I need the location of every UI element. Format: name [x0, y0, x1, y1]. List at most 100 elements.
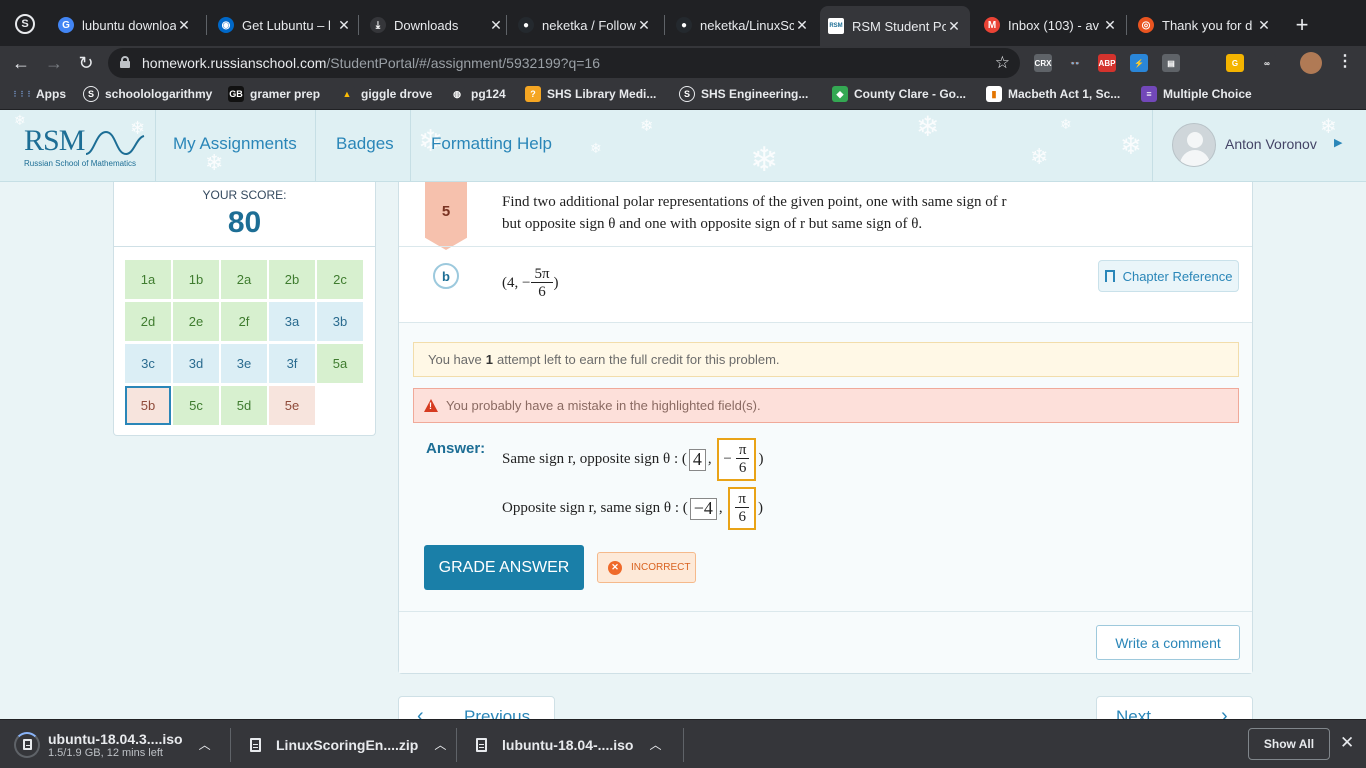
problem-cell-3b[interactable]: 3b — [317, 302, 363, 341]
chevron-up-icon[interactable]: ︿ — [199, 736, 211, 753]
problem-cell-3f[interactable]: 3f — [269, 344, 315, 383]
tab-title: RSM Student Po — [852, 18, 946, 34]
tab-title: Thank you for d — [1162, 17, 1253, 33]
close-tab-icon[interactable]: ✕ — [1256, 17, 1272, 34]
row-close: ) — [758, 451, 764, 467]
extension-icon[interactable]: ∞ — [1258, 54, 1276, 72]
bookmark-item[interactable]: ≡ Multiple Choice — [1141, 86, 1252, 102]
browser-tab[interactable]: ● neketka/LinuxSc ✕ — [668, 9, 818, 41]
chevron-up-icon[interactable]: ︿ — [434, 736, 446, 753]
bookmark-item[interactable]: S SHS Engineering... — [679, 86, 808, 102]
problem-cell-5e[interactable]: 5e — [269, 386, 315, 425]
browser-tab[interactable]: Glubuntu downloa ✕ — [50, 9, 200, 41]
r-input-1[interactable]: 4 — [688, 448, 706, 471]
r-input-2[interactable]: −4 — [689, 497, 717, 520]
problem-cell-2f[interactable]: 2f — [221, 302, 267, 341]
chrome-menu-icon[interactable]: ⋮ — [1337, 51, 1353, 71]
bookmark-item[interactable]: ◆ County Clare - Go... — [832, 86, 966, 102]
download-item[interactable]: LinuxScoringEn....zip ︿ — [250, 720, 446, 768]
problem-cell-5a[interactable]: 5a — [317, 344, 363, 383]
nav-my-assignments[interactable]: My Assignments — [173, 134, 297, 154]
browser-tab[interactable]: ◎ Thank you for d ✕ — [1130, 9, 1280, 41]
tab-strip: S Glubuntu downloa ✕ ◉ Get Lubuntu – l ✕ ⤓ Dow… — [0, 0, 1366, 46]
address-bar[interactable]: homework.russianschool.com/StudentPortal… — [108, 48, 1020, 78]
bookmark-item[interactable]: ◍ pg124 — [449, 86, 506, 102]
answer-row-same-sign-r: Same sign r, opposite sign θ : ( 4 , − π… — [502, 438, 763, 481]
write-comment-button[interactable]: Write a comment — [1096, 625, 1240, 660]
browser-tab[interactable]: RSM RSM Student Po ✕ — [820, 6, 970, 46]
problem-cell-3c[interactable]: 3c — [125, 344, 171, 383]
nav-badges[interactable]: Badges — [336, 134, 394, 154]
reload-icon[interactable]: ↻ — [73, 50, 99, 76]
show-all-button[interactable]: Show All — [1248, 728, 1330, 760]
close-tab-icon[interactable]: ✕ — [1102, 17, 1118, 34]
user-avatar-icon[interactable] — [1300, 52, 1322, 74]
extension-icon[interactable]: ABP — [1098, 54, 1116, 72]
problem-cell-3d[interactable]: 3d — [173, 344, 219, 383]
attempts-text: attempt left to earn the full credit for… — [496, 352, 780, 367]
close-tab-icon[interactable]: ✕ — [946, 18, 962, 35]
user-name[interactable]: Anton Voronov — [1225, 136, 1317, 152]
theta-input-1[interactable]: − π 6 — [717, 438, 757, 481]
close-tab-icon[interactable]: ✕ — [794, 17, 810, 34]
problem-cell-3e[interactable]: 3e — [221, 344, 267, 383]
tab-title: neketka/LinuxSc — [700, 17, 794, 33]
problem-cell-2e[interactable]: 2e — [173, 302, 219, 341]
nav-divider — [315, 110, 316, 181]
bookmark-item[interactable]: GB gramer prep — [228, 86, 320, 102]
new-tab-button[interactable]: + — [1290, 12, 1314, 38]
maps-icon: ◆ — [832, 86, 848, 102]
problem-cell-1b[interactable]: 1b — [173, 260, 219, 299]
problem-cell-5c[interactable]: 5c — [173, 386, 219, 425]
close-tab-icon[interactable]: ✕ — [488, 17, 504, 34]
question-number: 5 — [425, 182, 467, 250]
close-icon[interactable]: ✕ — [1340, 733, 1354, 753]
tab-separator — [358, 15, 359, 35]
problem-cell-1a[interactable]: 1a — [125, 260, 171, 299]
back-icon[interactable]: ← — [8, 50, 34, 76]
bookmark-star-icon[interactable]: ☆ — [995, 53, 1010, 73]
problem-cell-5d[interactable]: 5d — [221, 386, 267, 425]
bookmark-item[interactable]: ▲ giggle drove — [339, 86, 432, 102]
extension-icon[interactable]: ⚡ — [1130, 54, 1148, 72]
url-text[interactable]: homework.russianschool.com/StudentPortal… — [142, 55, 600, 71]
browser-tab[interactable]: ◉ Get Lubuntu – l ✕ — [210, 9, 360, 41]
close-tab-icon[interactable]: ✕ — [176, 17, 192, 34]
problem-cell-2b[interactable]: 2b — [269, 260, 315, 299]
theta-input-2[interactable]: π 6 — [728, 487, 756, 530]
forward-icon[interactable]: → — [41, 50, 67, 76]
user-avatar[interactable] — [1172, 123, 1216, 167]
problem-cell-2a[interactable]: 2a — [221, 260, 267, 299]
browser-tab[interactable]: ● neketka / Follow ✕ — [510, 9, 660, 41]
chevron-up-icon[interactable]: ︿ — [649, 736, 661, 753]
extension-icon[interactable]: ▤ — [1162, 54, 1180, 72]
bookmark-label: County Clare - Go... — [854, 87, 967, 101]
bookmark-item[interactable]: ⋮⋮⋮ Apps — [12, 86, 66, 102]
bookmark-item[interactable]: ? SHS Library Medi... — [525, 86, 656, 102]
extension-icon[interactable]: 👓 — [1066, 54, 1084, 72]
close-tab-icon[interactable]: ✕ — [636, 17, 652, 34]
bookmark-item[interactable]: Sschoolologarithmy — [83, 86, 212, 102]
problem-cell-2d[interactable]: 2d — [125, 302, 171, 341]
grade-answer-button[interactable]: GRADE ANSWER — [424, 545, 584, 590]
problem-cell-3a[interactable]: 3a — [269, 302, 315, 341]
user-menu-caret-icon[interactable]: ▶ — [1334, 136, 1342, 149]
close-tab-icon[interactable]: ✕ — [336, 17, 352, 34]
problem-cell-5b[interactable]: 5b — [125, 386, 171, 425]
chapter-reference-button[interactable]: Chapter Reference — [1098, 260, 1239, 292]
tab-separator — [206, 15, 207, 35]
profile-s-icon[interactable]: S — [15, 14, 35, 34]
fraction-denominator: 6 — [738, 460, 747, 476]
tab-separator — [506, 15, 507, 35]
bookmark-item[interactable]: ▮ Macbeth Act 1, Sc... — [986, 86, 1120, 102]
browser-tab[interactable]: M Inbox (103) - av ✕ — [976, 9, 1126, 41]
download-item[interactable]: ubuntu-18.04.3....iso 1.5/1.9 GB, 12 min… — [14, 720, 211, 768]
browser-tab[interactable]: ⤓ Downloads ✕ — [362, 9, 512, 41]
rsm-logo[interactable]: RSM Russian School of Mathematics — [24, 124, 145, 168]
extension-icon[interactable]: CRX — [1034, 54, 1052, 72]
extension-icon[interactable]: G — [1226, 54, 1244, 72]
nav-formatting-help[interactable]: Formatting Help — [431, 134, 552, 154]
problem-cell-2c[interactable]: 2c — [317, 260, 363, 299]
browser-toolbar: ← → ↻ homework.russianschool.com/Student… — [0, 46, 1366, 81]
download-item[interactable]: lubuntu-18.04-....iso ︿ — [476, 720, 661, 768]
